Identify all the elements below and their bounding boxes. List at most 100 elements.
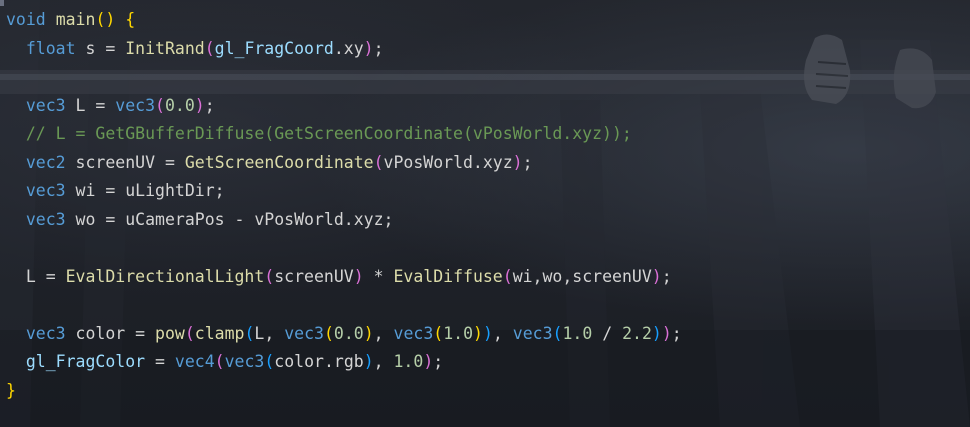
code-token: ): [353, 266, 364, 286]
code-token: ;: [373, 38, 384, 58]
code-token: vec3: [25, 181, 66, 200]
code-token: screenUV =: [65, 152, 185, 172]
code-token: (: [264, 352, 275, 371]
code-token: ): [512, 152, 523, 172]
code-line[interactable]: // L = GetGBufferDiffuse(GetScreenCoordi…: [6, 120, 682, 149]
code-token: ): [423, 352, 434, 371]
code-token: ;: [204, 95, 215, 115]
code-token: vec3: [512, 323, 553, 343]
code-token: color.rgb: [274, 352, 364, 371]
code-token: L =: [65, 95, 116, 115]
code-token: ): [363, 352, 374, 371]
code-token: ): [482, 323, 493, 343]
code-token: ): [363, 323, 374, 343]
code-token: (: [323, 323, 334, 343]
code-token: }: [6, 380, 16, 400]
code-token: 1.0: [562, 323, 593, 343]
code-token: L,: [254, 323, 285, 343]
code-token: (): [95, 10, 116, 29]
cursor-marker: [0, 0, 4, 6]
code-token: void: [6, 10, 46, 29]
code-token: wi,wo,screenUV: [512, 266, 652, 286]
code-token: ,: [373, 323, 394, 343]
code-token: 1.0: [443, 323, 474, 343]
code-token: wo = uCameraPos - vPosWorld.xyz;: [65, 209, 394, 229]
code-token: ;: [522, 152, 533, 172]
code-line[interactable]: [6, 63, 682, 92]
code-token: (: [264, 266, 275, 286]
code-token: ): [473, 323, 483, 343]
code-token: EvalDirectionalLight: [65, 266, 265, 286]
code-token: ): [363, 38, 374, 58]
code-token: vec3: [224, 352, 265, 371]
code-token: float: [25, 38, 76, 58]
code-token: InitRand: [125, 38, 205, 58]
code-token: *: [363, 266, 394, 286]
code-token: GetScreenCoordinate: [184, 152, 374, 172]
code-token: pow: [155, 323, 185, 343]
code-token: vec3: [25, 323, 66, 343]
code-token: vec3: [393, 323, 434, 343]
code-token: (: [244, 323, 255, 343]
code-line[interactable]: [6, 234, 682, 263]
code-token: // L = GetGBufferDiffuse(GetScreenCoordi…: [6, 124, 632, 143]
code-token: ,: [373, 352, 394, 371]
code-line[interactable]: vec3 L = vec3(0.0);: [6, 92, 682, 121]
code-token: =: [145, 352, 175, 371]
code-token: (: [373, 152, 384, 172]
code-token: 0.0: [333, 323, 364, 343]
code-token: vPosWorld.xyz: [383, 152, 513, 172]
code-line[interactable]: float s = InitRand(gl_FragCoord.xy);: [6, 35, 682, 64]
code-token: ;: [671, 323, 682, 343]
code-token: 1.0: [393, 352, 424, 371]
code-token: /: [592, 323, 623, 343]
code-line[interactable]: }: [6, 377, 682, 406]
code-line[interactable]: [6, 291, 682, 320]
code-token: ): [194, 95, 205, 115]
code-token: L =: [6, 266, 66, 286]
code-token: vec2: [25, 152, 66, 172]
code-token: ): [661, 323, 672, 343]
code-token: gl_FragCoord: [214, 38, 334, 58]
code-token: screenUV: [274, 266, 354, 286]
code-token: ): [651, 323, 662, 343]
code-token: (: [214, 352, 225, 371]
code-token: (: [552, 323, 563, 343]
code-token: vec3: [25, 209, 66, 229]
code-line[interactable]: gl_FragColor = vec4(vec3(color.rgb), 1.0…: [6, 348, 682, 377]
code-content[interactable]: void main() { float s = InitRand(gl_Frag…: [6, 6, 682, 405]
code-line[interactable]: vec3 wo = uCameraPos - vPosWorld.xyz;: [6, 206, 682, 235]
code-token: ;: [433, 352, 444, 371]
code-token: 0.0: [164, 95, 195, 115]
code-token: .xy: [333, 38, 364, 58]
code-token: vec3: [25, 95, 66, 115]
code-token: clamp: [194, 323, 245, 343]
code-token: EvalDiffuse: [393, 266, 503, 286]
code-token: (: [502, 266, 513, 286]
code-token: 2.2: [622, 323, 652, 343]
code-line[interactable]: vec3 wi = uLightDir;: [6, 177, 682, 206]
code-token: (: [155, 95, 165, 115]
code-token: vec3: [284, 323, 324, 343]
code-token: ): [651, 266, 662, 286]
code-token: (: [204, 38, 215, 58]
code-token: ,: [492, 323, 513, 343]
code-line[interactable]: vec3 color = pow(clamp(L, vec3(0.0), vec…: [6, 320, 682, 349]
code-line[interactable]: vec2 screenUV = GetScreenCoordinate(vPos…: [6, 149, 682, 178]
code-line[interactable]: L = EvalDirectionalLight(screenUV) * Eva…: [6, 263, 682, 292]
code-token: ;: [661, 266, 672, 286]
code-token: main: [55, 10, 96, 29]
code-token: gl_FragColor: [25, 352, 146, 371]
code-line[interactable]: void main() {: [6, 6, 682, 35]
code-token: s =: [75, 38, 126, 58]
code-token: {: [125, 10, 136, 29]
code-editor[interactable]: void main() { float s = InitRand(gl_Frag…: [0, 0, 970, 427]
code-token: vec3: [115, 95, 156, 115]
